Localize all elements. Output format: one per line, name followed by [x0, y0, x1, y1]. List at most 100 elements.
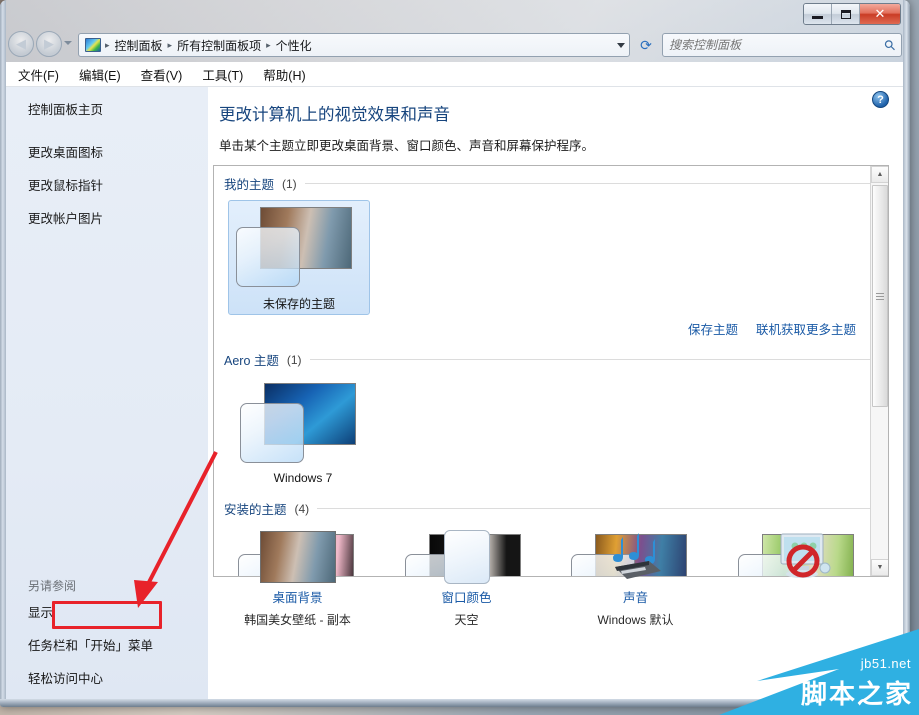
window-bottom-border	[0, 699, 910, 707]
group-header-my-themes: 我的主题 (1)	[224, 174, 870, 193]
theme-actions: 保存主题 联机获取更多主题	[224, 319, 870, 338]
navigation-sidebar: 控制面板主页 更改桌面图标 更改鼠标指针 更改帐户图片 另请参阅 显示 任务栏和…	[6, 87, 209, 699]
menu-file[interactable]: 文件(F)	[18, 65, 59, 84]
setting-title[interactable]: 声音	[561, 587, 711, 606]
minimize-button[interactable]	[804, 4, 832, 24]
group-divider-rule	[317, 508, 870, 509]
sidebar-see-also: 另请参阅 显示 任务栏和「开始」菜单 轻松访问中心	[6, 577, 208, 687]
theme-thumbnail	[234, 381, 372, 467]
forward-arrow-icon: ▶	[44, 36, 54, 52]
address-chevron-down-icon[interactable]	[617, 43, 625, 48]
sidebar-item-display[interactable]: 显示	[28, 602, 208, 621]
desktop-background-icon	[223, 529, 373, 585]
help-icon[interactable]: ?	[872, 91, 889, 108]
theme-thumbnail	[230, 205, 368, 291]
scroll-up-icon[interactable]: ▲	[871, 166, 889, 183]
personalization-settings-bar: 桌面背景 韩国美女壁纸 - 副本 窗口颜色 天空	[213, 521, 889, 631]
search-box[interactable]: ⚲	[662, 33, 902, 57]
close-icon: ✕	[875, 6, 886, 22]
theme-list-scrollbar[interactable]: ▲ ▼	[870, 166, 888, 576]
group-title: Aero 主题	[224, 350, 279, 369]
window-color-icon	[392, 529, 542, 585]
sidebar-item-change-account-picture[interactable]: 更改帐户图片	[28, 208, 208, 227]
sound-icon	[561, 529, 711, 585]
forward-button[interactable]: ▶	[36, 31, 62, 57]
theme-window-preview	[236, 227, 300, 287]
theme-item-unsaved[interactable]: 未保存的主题	[228, 200, 370, 315]
close-button[interactable]: ✕	[860, 4, 900, 24]
theme-label: Windows 7	[232, 471, 374, 485]
search-input[interactable]	[669, 38, 885, 52]
group-divider-rule	[305, 183, 870, 184]
setting-value: 天空	[392, 611, 542, 628]
theme-list-panel: 我的主题 (1) 未保存的主题	[213, 165, 889, 577]
sidebar-item-change-desktop-icons[interactable]: 更改桌面图标	[28, 142, 208, 161]
setting-title[interactable]: 桌面背景	[223, 587, 373, 606]
screensaver-icon	[730, 529, 880, 585]
theme-row: 未保存的主题	[224, 200, 870, 315]
watermark-brand: 脚本之家	[801, 674, 913, 711]
breadcrumb-all-items[interactable]: 所有控制面板项	[174, 37, 264, 54]
group-count: (1)	[282, 177, 297, 191]
sidebar-item-taskbar-start-menu[interactable]: 任务栏和「开始」菜单	[28, 635, 208, 654]
group-header-installed-themes: 安装的主题 (4)	[224, 499, 870, 518]
group-title: 安装的主题	[224, 499, 287, 518]
menu-tools[interactable]: 工具(T)	[202, 65, 243, 84]
address-bar[interactable]: ▸ 控制面板 ▸ 所有控制面板项 ▸ 个性化	[78, 33, 630, 57]
explorer-window: ✕ ◀ ▶ ▸ 控制面板 ▸ 所有控制面板项 ▸ 个性化 ⟳	[0, 0, 910, 707]
setting-sounds[interactable]: 声音 Windows 默认	[561, 529, 711, 628]
minimize-icon	[812, 16, 823, 19]
breadcrumb-personalization[interactable]: 个性化	[273, 37, 315, 54]
sidebar-top-links: 控制面板主页 更改桌面图标 更改鼠标指针 更改帐户图片	[6, 87, 208, 227]
back-arrow-icon: ◀	[16, 36, 26, 52]
setting-desktop-background[interactable]: 桌面背景 韩国美女壁纸 - 副本	[223, 529, 373, 628]
theme-item-windows7[interactable]: Windows 7	[232, 381, 374, 485]
breadcrumb-control-panel[interactable]: 控制面板	[112, 37, 166, 54]
scroll-grip-icon	[876, 293, 884, 300]
control-panel-icon	[85, 38, 101, 52]
refresh-button[interactable]: ⟳	[634, 33, 658, 57]
see-also-label: 另请参阅	[28, 577, 208, 594]
get-more-themes-online-link[interactable]: 联机获取更多主题	[756, 319, 856, 338]
maximize-icon	[841, 10, 851, 19]
theme-label: 未保存的主题	[229, 295, 369, 312]
group-header-aero-themes: Aero 主题 (1)	[224, 350, 870, 369]
sidebar-item-display-wrapper: 显示	[28, 602, 208, 621]
save-theme-link[interactable]: 保存主题	[688, 319, 738, 338]
watermark-url: jb51.net	[861, 656, 911, 671]
menu-view[interactable]: 查看(V)	[141, 65, 183, 84]
setting-value: Windows 默认	[561, 611, 711, 628]
maximize-button[interactable]	[832, 4, 860, 24]
breadcrumb-separator: ▸	[166, 40, 175, 51]
window-right-border	[903, 0, 910, 707]
refresh-icon: ⟳	[640, 37, 652, 54]
group-divider-rule	[310, 359, 870, 360]
back-button[interactable]: ◀	[8, 31, 34, 57]
address-row: ◀ ▶ ▸ 控制面板 ▸ 所有控制面板项 ▸ 个性化 ⟳ ⚲	[0, 30, 910, 60]
theme-scroll-area: 我的主题 (1) 未保存的主题	[214, 166, 870, 576]
title-bar: ✕	[0, 0, 910, 30]
group-title: 我的主题	[224, 174, 274, 193]
setting-title[interactable]: 窗口颜色	[392, 587, 542, 606]
theme-row: Windows 7	[224, 381, 870, 485]
theme-window-preview	[240, 403, 304, 463]
recent-pages-chevron-down-icon[interactable]	[64, 41, 72, 45]
menu-help[interactable]: 帮助(H)	[263, 65, 305, 84]
setting-value: 韩国美女壁纸 - 副本	[223, 611, 373, 628]
sidebar-item-change-mouse-pointers[interactable]: 更改鼠标指针	[28, 175, 208, 194]
page-subtitle: 单击某个主题立即更改桌面背景、窗口颜色、声音和屏幕保护程序。	[209, 135, 903, 154]
scrollbar-thumb[interactable]	[872, 185, 888, 407]
breadcrumb-separator: ▸	[264, 40, 273, 51]
page-title: 更改计算机上的视觉效果和声音	[209, 101, 903, 125]
window-body: 控制面板主页 更改桌面图标 更改鼠标指针 更改帐户图片 另请参阅 显示 任务栏和…	[6, 87, 903, 699]
main-content: ? 更改计算机上的视觉效果和声音 单击某个主题立即更改桌面背景、窗口颜色、声音和…	[209, 87, 903, 699]
sidebar-item-ease-of-access-center[interactable]: 轻松访问中心	[28, 668, 208, 687]
setting-screen-saver[interactable]	[730, 529, 880, 590]
group-count: (1)	[287, 353, 302, 367]
navigation-buttons: ◀ ▶	[8, 31, 62, 57]
window-controls: ✕	[803, 3, 901, 25]
setting-window-color[interactable]: 窗口颜色 天空	[392, 529, 542, 628]
sidebar-item-control-panel-home[interactable]: 控制面板主页	[28, 99, 208, 118]
group-count: (4)	[295, 502, 310, 516]
menu-edit[interactable]: 编辑(E)	[79, 65, 121, 84]
